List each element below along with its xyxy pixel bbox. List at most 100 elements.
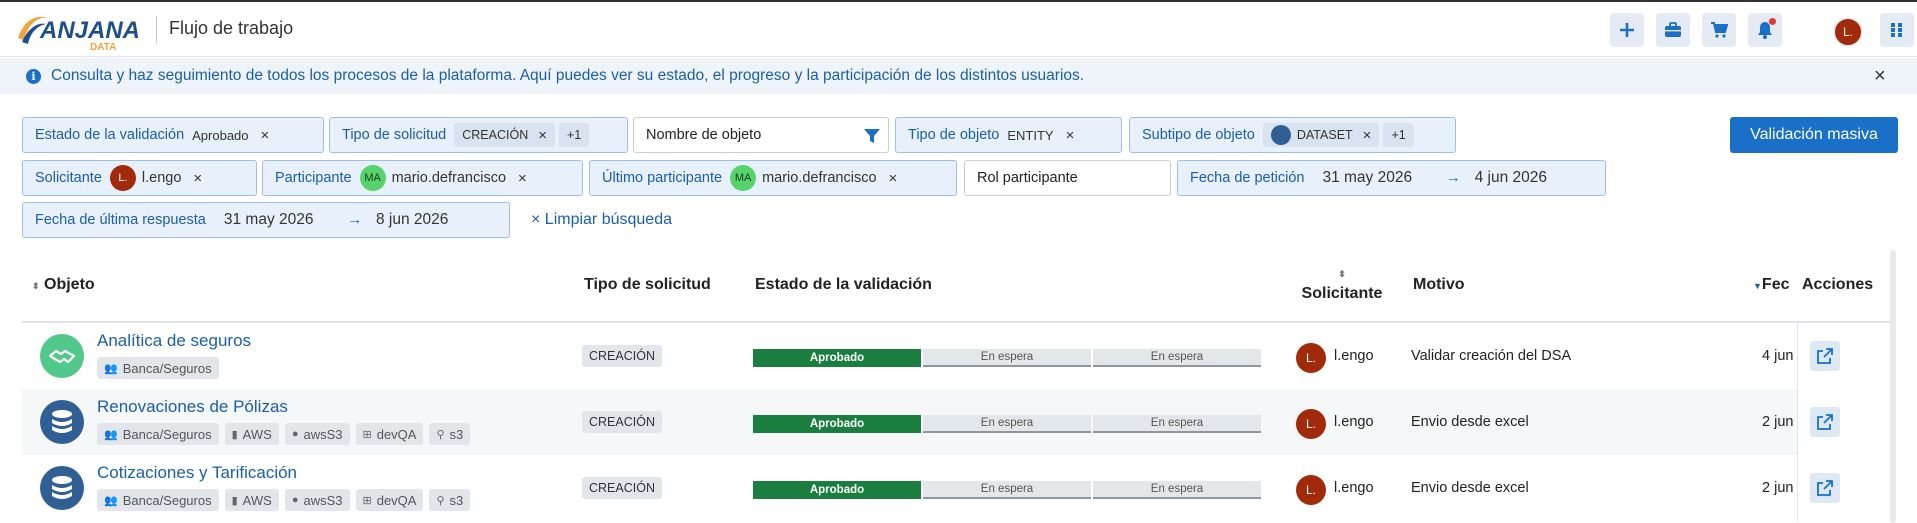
filter-tipo-objeto[interactable]: Tipo de objeto ENTITY × <box>895 117 1122 153</box>
bulb-icon: ● <box>291 428 299 440</box>
grid-icon <box>1891 23 1902 37</box>
cart-button[interactable] <box>1702 13 1736 47</box>
close-icon: × <box>531 211 541 228</box>
sort-desc-icon[interactable]: ▼ <box>1753 281 1762 291</box>
table-row[interactable]: Analítica de seguros 👥 Banca/Seguros CREA… <box>22 323 1894 389</box>
table-row[interactable]: Renovaciones de Pólizas 👥 Banca/Seguros ▮… <box>22 389 1894 455</box>
filter-value: l.engo × <box>141 169 203 187</box>
filter-subtipo-objeto[interactable]: Subtipo de objeto DATASET × +1 <box>1129 117 1456 153</box>
filter-search-button[interactable] <box>857 119 887 153</box>
request-type-tag: CREACIÓN <box>582 345 662 367</box>
rol-participante-input[interactable]: Rol participante <box>964 160 1171 196</box>
filter-more-tag[interactable]: +1 <box>1383 123 1414 147</box>
filter-tag: DATASET × <box>1262 123 1380 147</box>
notifications-button[interactable] <box>1748 13 1782 47</box>
object-name-link[interactable]: Cotizaciones y Tarificación <box>97 463 297 483</box>
filter-more-tag[interactable]: +1 <box>559 123 590 147</box>
anjana-logo[interactable]: ANJANA DATA <box>14 8 148 52</box>
remove-filter-icon[interactable]: × <box>518 170 527 187</box>
header-divider <box>156 16 157 44</box>
date-to[interactable]: 8 jun 2026 <box>376 211 448 229</box>
filter-fecha-peticion[interactable]: Fecha de petición 31 may 2026 → 4 jun 20… <box>1177 160 1606 196</box>
date-to[interactable]: 4 jun 2026 <box>1475 169 1547 187</box>
remove-filter-icon[interactable]: × <box>889 170 898 187</box>
open-external-button[interactable] <box>1810 341 1840 371</box>
open-external-button[interactable] <box>1810 407 1840 437</box>
location-tag: ⚲ s3 <box>429 423 471 445</box>
clear-search-link[interactable]: × Limpiar búsqueda <box>531 211 672 229</box>
filter-label: Fecha de petición <box>1190 170 1305 186</box>
network-icon: ⊞ <box>362 494 372 507</box>
status-waiting: En espera <box>923 415 1091 433</box>
requester-avatar: L. <box>1296 343 1326 373</box>
domain-tag: 👥 Banca/Seguros <box>97 423 219 445</box>
domain-tag: 👥 Banca/Seguros <box>97 357 219 379</box>
object-tags: 👥 Banca/Seguros <box>97 357 219 379</box>
filter-value: mario.defrancisco × <box>762 169 898 187</box>
vertical-scrollbar[interactable] <box>1890 250 1896 523</box>
filter-estado[interactable]: Estado de la validación Aprobado × <box>22 117 324 153</box>
filter-value: mario.defrancisco × <box>391 169 527 187</box>
user-avatar: L. <box>109 165 136 191</box>
cart-icon <box>1711 22 1728 38</box>
status-waiting: En espera <box>923 349 1091 367</box>
filter-label: Subtipo de objeto <box>1142 127 1255 143</box>
filter-label: Fecha de última respuesta <box>35 212 206 228</box>
remove-filter-icon[interactable]: × <box>1363 127 1372 144</box>
users-icon: 👥 <box>104 494 118 507</box>
requester-name: l.engo <box>1334 414 1374 430</box>
users-icon: 👥 <box>104 428 118 441</box>
workflow-table: ⬍ Objeto Tipo de solicitud Estado de la … <box>22 249 1894 523</box>
database-icon <box>40 400 84 444</box>
pin-icon: ⚲ <box>436 428 445 441</box>
date-from[interactable]: 31 may 2026 <box>224 211 314 229</box>
remove-filter-icon[interactable]: × <box>193 170 202 187</box>
user-avatar: MA <box>730 165 757 191</box>
status-approved: Aprobado <box>753 481 921 499</box>
bulb-icon: ● <box>291 494 299 506</box>
object-tags: 👥 Banca/Seguros ▮ AWS ● awsS3 ⊞ devQA ⚲ s3 <box>97 489 471 511</box>
filter-label: Tipo de objeto <box>908 127 1000 143</box>
object-name-link[interactable]: Analítica de seguros <box>97 331 251 351</box>
date-from[interactable]: 31 may 2026 <box>1322 169 1412 187</box>
validation-status-bar: Aprobado En espera En espera <box>753 481 1261 499</box>
status-approved: Aprobado <box>753 349 921 367</box>
environment-tag: ⊞ devQA <box>355 423 424 445</box>
remove-filter-icon[interactable]: × <box>1066 127 1075 144</box>
sort-icon[interactable]: ⬍ <box>1297 269 1387 279</box>
filter-tipo-solicitud[interactable]: Tipo de solicitud CREACIÓN × +1 <box>329 117 628 153</box>
filter-participante[interactable]: Participante MA mario.defrancisco × <box>262 160 583 196</box>
building-icon: ▮ <box>231 494 238 507</box>
actions-cell <box>1797 455 1893 521</box>
remove-filter-icon[interactable]: × <box>538 127 547 144</box>
status-waiting: En espera <box>923 481 1091 499</box>
table-row[interactable]: Cotizaciones y Tarificación 👥 Banca/Segur… <box>22 455 1894 521</box>
apps-menu-button[interactable] <box>1880 13 1914 47</box>
environment-tag: ⊞ devQA <box>355 489 424 511</box>
filter-label: Estado de la validación <box>35 127 185 143</box>
requester-name: l.engo <box>1334 480 1374 496</box>
filter-ultimo-participante[interactable]: Último participante MA mario.defrancisco… <box>589 160 957 196</box>
validacion-masiva-button[interactable]: Validación masiva <box>1730 117 1898 153</box>
nombre-objeto-input[interactable]: Nombre de objeto <box>633 117 889 153</box>
database-icon <box>40 466 84 510</box>
external-link-icon <box>1817 414 1833 430</box>
filter-value: Aprobado × <box>192 126 270 144</box>
add-button[interactable] <box>1610 13 1644 47</box>
filter-solicitante[interactable]: Solicitante L. l.engo × <box>22 160 257 196</box>
user-avatar[interactable]: L. <box>1833 17 1863 47</box>
filter-label: Tipo de solicitud <box>342 127 447 143</box>
sort-icon[interactable]: ⬍ <box>32 281 40 291</box>
briefcase-button[interactable] <box>1656 13 1690 47</box>
remove-filter-icon[interactable]: × <box>261 127 270 144</box>
filter-fecha-respuesta[interactable]: Fecha de última respuesta 31 may 2026 → … <box>22 202 510 238</box>
open-external-button[interactable] <box>1810 473 1840 503</box>
object-name-link[interactable]: Renovaciones de Pólizas <box>97 397 288 417</box>
status-waiting: En espera <box>1093 415 1261 433</box>
info-icon: i <box>26 69 41 84</box>
request-type-tag: CREACIÓN <box>582 411 662 433</box>
location-tag: ⚲ s3 <box>429 489 471 511</box>
close-banner-button[interactable]: × <box>1874 65 1886 88</box>
funnel-icon <box>864 129 880 143</box>
filter-value: ENTITY × <box>1007 126 1075 144</box>
